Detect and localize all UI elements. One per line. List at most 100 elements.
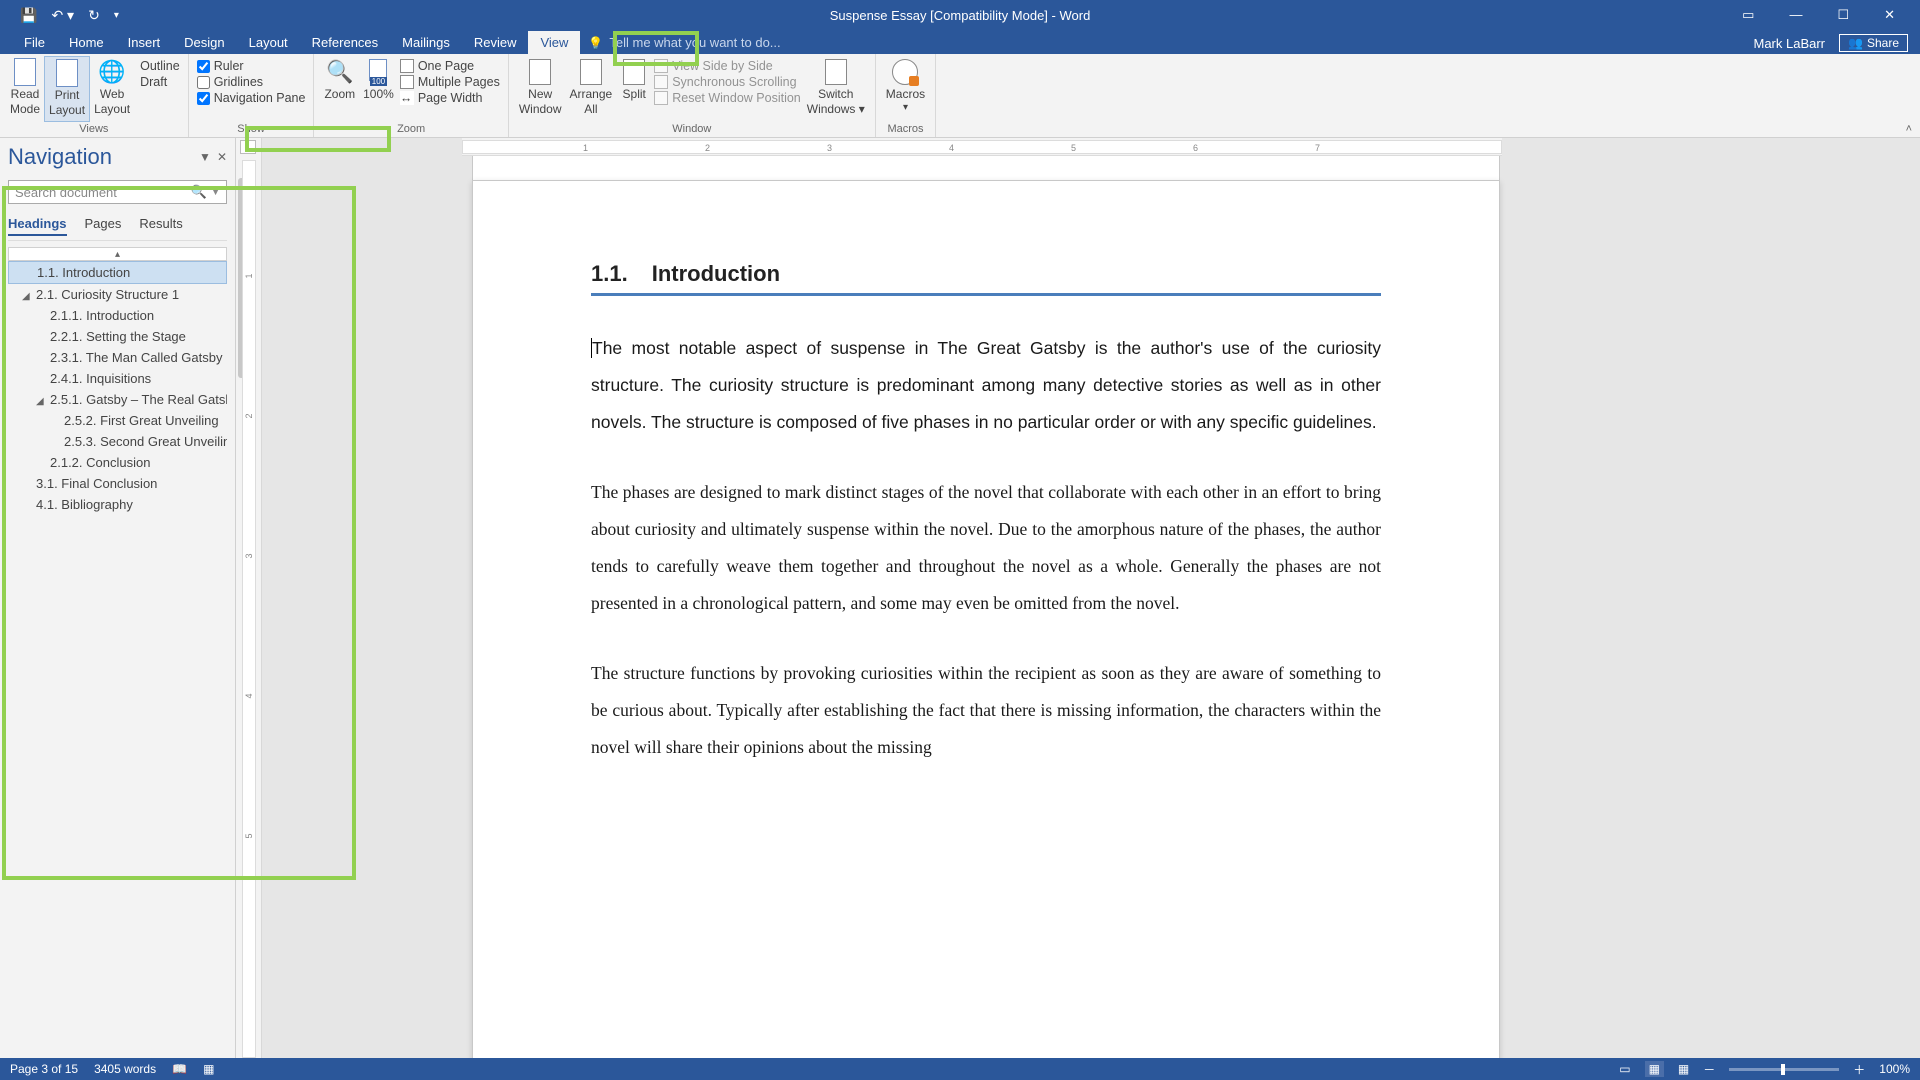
nav-item[interactable]: 1.1. Introduction <box>8 261 227 284</box>
ribbon-group-zoom: Zoom 100 100% One Page Multiple Pages ↔P… <box>314 54 508 137</box>
nav-item[interactable]: ◢2.5.1. Gatsby – The Real Gatsby <box>8 389 227 410</box>
heading: 1.1. Introduction <box>591 261 1381 287</box>
gridlines-checkbox[interactable]: Gridlines <box>195 74 308 90</box>
status-bar: Page 3 of 15 3405 words 📖 ▦ ▭ ▦ ▦ － ＋ 10… <box>0 1058 1920 1080</box>
nav-item[interactable]: 4.1. Bibliography <box>8 494 227 515</box>
document-area[interactable]: 1234567 1.1. Introduction The most notab… <box>262 138 1920 1058</box>
draft-button[interactable]: Draft <box>134 74 182 90</box>
qat-more-icon[interactable]: ▾ <box>114 10 119 21</box>
nav-item[interactable]: 2.5.3. Second Great Unveiling <box>8 431 227 452</box>
nav-search-input[interactable]: Search document 🔍▼ <box>8 180 227 204</box>
window-controls: ▭ ― ☐ ✕ <box>1737 7 1920 23</box>
tab-references[interactable]: References <box>300 31 390 54</box>
nav-item[interactable]: 2.2.1. Setting the Stage <box>8 326 227 347</box>
web-layout-view-icon[interactable]: ▦ <box>1678 1062 1689 1076</box>
document-page[interactable]: 1.1. Introduction The most notable aspec… <box>472 180 1500 1058</box>
page-width-button[interactable]: ↔Page Width <box>398 90 502 106</box>
spell-check-icon[interactable]: 📖 <box>172 1062 187 1076</box>
tab-home[interactable]: Home <box>57 31 116 54</box>
macros-button[interactable]: Macros ▾ <box>882 56 929 122</box>
ribbon-group-window: New Window Arrange All Split View Side b… <box>509 54 876 137</box>
new-window-button[interactable]: New Window <box>515 56 566 122</box>
read-mode-view-icon[interactable]: ▭ <box>1619 1062 1630 1076</box>
save-icon[interactable]: 💾 <box>20 7 37 24</box>
nav-close-icon[interactable]: ✕ <box>217 150 227 164</box>
macro-record-icon[interactable]: ▦ <box>203 1062 214 1076</box>
share-icon: 👥 <box>1848 36 1863 50</box>
web-layout-button[interactable]: 🌐 Web Layout <box>90 56 134 122</box>
print-layout-view-icon[interactable]: ▦ <box>1645 1061 1664 1077</box>
nav-item[interactable]: 2.5.2. First Great Unveiling <box>8 410 227 431</box>
navpane-check[interactable] <box>197 92 210 105</box>
zoom-icon <box>326 58 354 86</box>
one-page-icon <box>400 59 414 73</box>
multiple-pages-button[interactable]: Multiple Pages <box>398 74 502 90</box>
nav-tab-results[interactable]: Results <box>139 216 182 236</box>
tab-insert[interactable]: Insert <box>116 31 173 54</box>
work-area: Navigation ▼ ✕ Search document 🔍▼ Headin… <box>0 138 1920 1058</box>
tab-design[interactable]: Design <box>172 31 236 54</box>
navigation-pane: Navigation ▼ ✕ Search document 🔍▼ Headin… <box>0 138 236 1058</box>
sync-scroll-icon <box>654 75 668 89</box>
undo-icon[interactable]: ↶ ▾ <box>51 7 74 24</box>
nav-item[interactable]: 3.1. Final Conclusion <box>8 473 227 494</box>
ruler-check[interactable] <box>197 60 210 73</box>
tab-mailings[interactable]: Mailings <box>390 31 462 54</box>
read-mode-button[interactable]: Read Mode <box>6 56 44 122</box>
search-dropdown-icon[interactable]: ▼ <box>211 187 220 197</box>
horizontal-ruler[interactable]: 1234567 <box>462 138 1502 156</box>
minimize-icon[interactable]: ― <box>1784 7 1807 23</box>
user-name[interactable]: Mark LaBarr <box>1753 36 1825 51</box>
collapse-ribbon-icon[interactable]: ˄ <box>1906 123 1912 135</box>
zoom-button[interactable]: Zoom <box>320 56 359 122</box>
tell-me-search[interactable]: 💡 Tell me what you want to do... <box>588 35 780 54</box>
navigation-pane-checkbox[interactable]: Navigation Pane <box>195 90 308 106</box>
arrange-all-button[interactable]: Arrange All <box>566 56 617 122</box>
tab-view[interactable]: View <box>528 31 580 54</box>
tab-file[interactable]: File <box>12 31 57 54</box>
nav-item[interactable]: 2.1.2. Conclusion <box>8 452 227 473</box>
search-icon[interactable]: 🔍 <box>191 184 207 200</box>
nav-item[interactable]: 2.3.1. The Man Called Gatsby <box>8 347 227 368</box>
maximize-icon[interactable]: ☐ <box>1832 7 1854 23</box>
ribbon-display-icon[interactable]: ▭ <box>1737 7 1759 23</box>
share-button[interactable]: 👥 Share <box>1839 34 1908 52</box>
zoom-level[interactable]: 100% <box>1879 1062 1910 1076</box>
zoom-100-button[interactable]: 100 100% <box>359 56 398 122</box>
paragraph-2: The phases are designed to mark distinct… <box>591 474 1381 621</box>
navigation-title: Navigation <box>8 144 112 170</box>
outline-button[interactable]: Outline <box>134 58 182 74</box>
group-label-zoom: Zoom <box>320 122 501 137</box>
tab-selector[interactable]: L <box>240 140 256 154</box>
ruler-checkbox[interactable]: Ruler <box>195 58 308 74</box>
status-page[interactable]: Page 3 of 15 <box>10 1062 78 1076</box>
gridlines-check[interactable] <box>197 76 210 89</box>
nav-item[interactable]: 2.4.1. Inquisitions <box>8 368 227 389</box>
split-button[interactable]: Split <box>616 56 652 122</box>
status-words[interactable]: 3405 words <box>94 1062 156 1076</box>
nav-tab-pages[interactable]: Pages <box>85 216 122 236</box>
ribbon-group-macros: Macros ▾ Macros <box>876 54 936 137</box>
switch-windows-icon <box>825 59 847 85</box>
nav-tree: 1.1. Introduction◢2.1. Curiosity Structu… <box>8 261 227 1052</box>
zoom-out-icon[interactable]: － <box>1703 1061 1715 1078</box>
zoom-slider[interactable] <box>1729 1068 1839 1071</box>
group-label-window: Window <box>515 122 869 137</box>
nav-tab-headings[interactable]: Headings <box>8 216 67 236</box>
print-layout-button[interactable]: Print Layout <box>44 56 90 122</box>
zoom-in-icon[interactable]: ＋ <box>1853 1061 1865 1078</box>
switch-windows-button[interactable]: Switch Windows ▾ <box>803 56 869 122</box>
nav-item[interactable]: 2.1.1. Introduction <box>8 305 227 326</box>
nav-dropdown-icon[interactable]: ▼ <box>199 150 211 164</box>
paragraph-3: The structure functions by provoking cur… <box>591 655 1381 765</box>
tab-layout[interactable]: Layout <box>237 31 300 54</box>
tab-review[interactable]: Review <box>462 31 529 54</box>
reset-pos-icon <box>654 91 668 105</box>
title-bar: 💾 ↶ ▾ ↻ ▾ Suspense Essay [Compatibility … <box>0 0 1920 30</box>
page-width-icon: ↔ <box>400 91 414 105</box>
one-page-button[interactable]: One Page <box>398 58 502 74</box>
nav-item[interactable]: ◢2.1. Curiosity Structure 1 <box>8 284 227 305</box>
nav-collapse-button[interactable]: ▴ <box>8 247 227 261</box>
close-icon[interactable]: ✕ <box>1879 7 1900 23</box>
redo-icon[interactable]: ↻ <box>88 7 100 24</box>
